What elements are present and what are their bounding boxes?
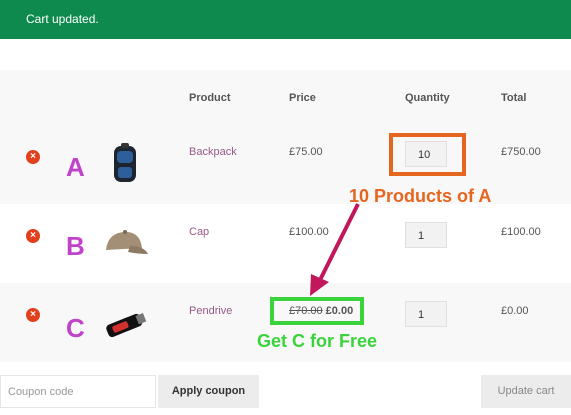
remove-item-icon[interactable]: ×: [26, 150, 40, 164]
quantity-highlight-box: [389, 133, 466, 176]
update-cart-button[interactable]: Update cart: [481, 375, 571, 408]
remove-item-icon[interactable]: ×: [26, 308, 40, 322]
backpack-image: [114, 143, 136, 182]
row-marker: A: [66, 152, 85, 182]
header-price: Price: [289, 92, 316, 104]
coupon-code-input[interactable]: Coupon code: [0, 375, 156, 408]
cap-image: [106, 230, 148, 254]
cart-row-cap: × B Cap £100.00 1 £100.00: [0, 204, 571, 283]
cart-table-header: Product Price Quantity Total: [0, 70, 571, 125]
row-marker: C: [66, 313, 85, 343]
header-product: Product: [189, 92, 231, 104]
product-total: £0.00: [501, 305, 529, 317]
product-name[interactable]: Cap: [189, 226, 209, 238]
product-total: £100.00: [501, 226, 541, 238]
quantity-input[interactable]: 1: [405, 222, 447, 248]
quantity-input[interactable]: 1: [405, 301, 447, 327]
free-callout: Get C for Free: [257, 331, 378, 351]
row-marker: B: [66, 231, 85, 261]
apply-coupon-button[interactable]: Apply coupon: [158, 375, 259, 408]
product-price: £75.00: [289, 146, 323, 158]
header-total: Total: [501, 92, 527, 104]
header-quantity: Quantity: [405, 92, 450, 104]
free-price-highlight-box: [270, 297, 364, 325]
product-name[interactable]: Pendrive: [189, 305, 232, 317]
remove-item-icon[interactable]: ×: [26, 229, 40, 243]
cart-updated-notice: Cart updated.: [0, 0, 571, 39]
product-total: £750.00: [501, 146, 541, 158]
quantity-callout: 10 Products of A: [349, 186, 492, 206]
callout-arrow-icon: [310, 203, 360, 296]
product-name[interactable]: Backpack: [189, 146, 237, 158]
notice-message: Cart updated.: [26, 12, 99, 26]
pendrive-image: [106, 313, 147, 338]
